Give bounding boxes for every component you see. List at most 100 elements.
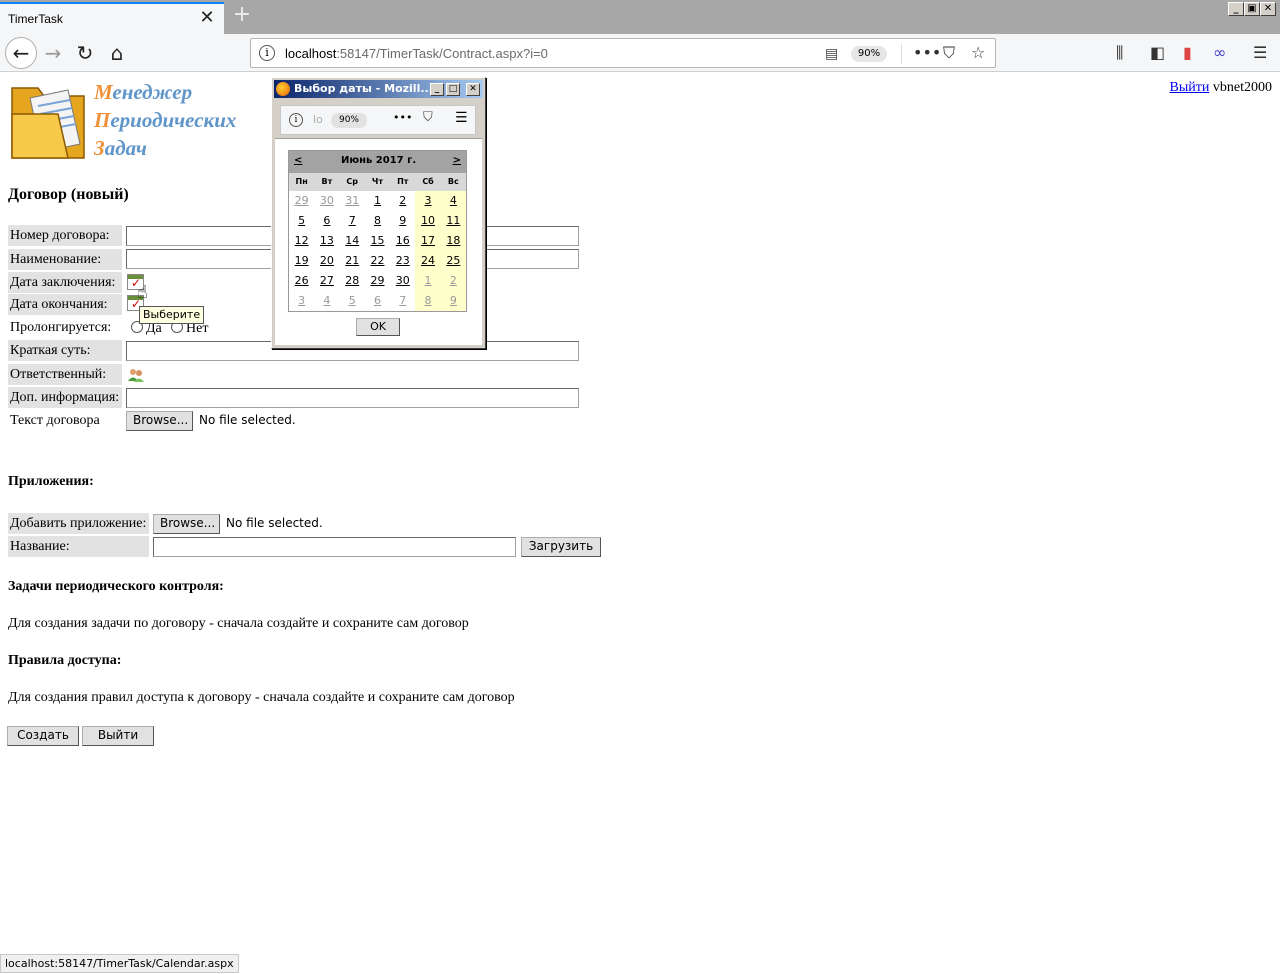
popup-close-icon[interactable]: ✕ bbox=[466, 83, 480, 96]
create-button[interactable]: Создать bbox=[7, 726, 79, 746]
popup-toolbar: i lo 90% ••• ⛉ ☰ bbox=[280, 105, 476, 135]
tab-title: TimerTask bbox=[8, 12, 63, 26]
restore-window-icon[interactable]: ▣ bbox=[1244, 2, 1260, 16]
calendar-day[interactable]: 1 bbox=[365, 191, 390, 211]
sidebar-icon[interactable]: ◧ bbox=[1150, 43, 1165, 62]
popup-page-actions-icon[interactable]: ••• bbox=[393, 111, 412, 124]
calendar-day[interactable]: 16 bbox=[390, 231, 415, 251]
calendar-day[interactable]: 20 bbox=[314, 251, 339, 271]
calendar-day[interactable]: 15 bbox=[365, 231, 390, 251]
calendar-day[interactable]: 5 bbox=[340, 291, 365, 311]
calendar-day[interactable]: 2 bbox=[440, 271, 466, 291]
pocket-icon[interactable]: ⛉ bbox=[943, 43, 955, 63]
page-actions-icon[interactable]: ••• bbox=[913, 43, 941, 62]
library-icon[interactable]: ⫼ bbox=[1116, 43, 1123, 63]
calendar-day[interactable]: 21 bbox=[340, 251, 365, 271]
contract-number-label: Номер договора: bbox=[8, 225, 122, 246]
back-arrow-icon[interactable]: ← bbox=[5, 37, 37, 69]
popup-url-text[interactable]: lo bbox=[313, 113, 323, 126]
calendar-day[interactable]: 19 bbox=[289, 251, 314, 271]
url-bar[interactable]: i localhost:58147/TimerTask/Contract.asp… bbox=[250, 38, 996, 68]
calendar-day[interactable]: 25 bbox=[440, 251, 466, 271]
popup-pocket-icon[interactable]: ⛉ bbox=[423, 110, 433, 125]
calendar-day[interactable]: 29 bbox=[365, 271, 390, 291]
calendar-day[interactable]: 2 bbox=[390, 191, 415, 211]
popup-info-icon[interactable]: i bbox=[289, 113, 303, 127]
attachment-name-input[interactable] bbox=[153, 537, 516, 557]
firefox-icon bbox=[276, 82, 290, 96]
calendar-day[interactable]: 9 bbox=[390, 211, 415, 231]
popup-maximize-icon[interactable]: □ bbox=[446, 83, 460, 96]
calendar-day[interactable]: 3 bbox=[415, 191, 441, 211]
calendar-day[interactable]: 18 bbox=[440, 231, 466, 251]
bookmark-star-icon[interactable]: ☆ bbox=[971, 43, 985, 62]
url-text[interactable]: localhost:58147/TimerTask/Contract.aspx?… bbox=[285, 46, 548, 61]
calendar-day[interactable]: 14 bbox=[340, 231, 365, 251]
extra-info-input[interactable] bbox=[126, 388, 579, 408]
zoom-indicator[interactable]: 90% bbox=[851, 46, 887, 62]
calendar-week-row: 12 13 14 15 16 17 18 bbox=[289, 231, 466, 251]
calendar-day[interactable]: 11 bbox=[440, 211, 466, 231]
navigation-toolbar: ← → ↻ ⌂ i localhost:58147/TimerTask/Cont… bbox=[0, 34, 1280, 72]
calendar-day[interactable]: 7 bbox=[390, 291, 415, 311]
calendar-day[interactable]: 24 bbox=[415, 251, 441, 271]
calendar-day[interactable]: 12 bbox=[289, 231, 314, 251]
menu-icon[interactable]: ☰ bbox=[1253, 43, 1267, 62]
calendar-day[interactable]: 8 bbox=[365, 211, 390, 231]
calendar: < Июнь 2017 г. > Пн Вт Ср Чт Пт Сб Вс 29… bbox=[288, 150, 467, 312]
popup-zoom-indicator[interactable]: 90% bbox=[331, 113, 367, 128]
forward-arrow-icon[interactable]: → bbox=[38, 38, 68, 68]
calendar-day[interactable]: 10 bbox=[415, 211, 441, 231]
calendar-day[interactable]: 4 bbox=[314, 291, 339, 311]
calendar-day[interactable]: 13 bbox=[314, 231, 339, 251]
reader-view-icon[interactable]: ▤ bbox=[825, 46, 838, 62]
weekday-label: Пт bbox=[397, 177, 409, 186]
tooltip: Выберите bbox=[139, 306, 205, 324]
calendar-day[interactable]: 1 bbox=[415, 271, 441, 291]
close-window-icon[interactable]: ✕ bbox=[1260, 2, 1276, 16]
calendar-day[interactable]: 8 bbox=[415, 291, 441, 311]
minimize-window-icon[interactable]: _ bbox=[1228, 2, 1244, 16]
home-icon[interactable]: ⌂ bbox=[102, 38, 132, 68]
calendar-day[interactable]: 3 bbox=[289, 291, 314, 311]
calendar-day[interactable]: 26 bbox=[289, 271, 314, 291]
site-info-icon[interactable]: i bbox=[259, 45, 275, 61]
calendar-day[interactable]: 9 bbox=[440, 291, 466, 311]
close-tab-icon[interactable]: ✕ bbox=[198, 9, 216, 27]
reload-icon[interactable]: ↻ bbox=[70, 38, 100, 68]
attachment-browse-button[interactable]: Browse... bbox=[153, 514, 220, 534]
contract-file-browse-button[interactable]: Browse... bbox=[126, 411, 193, 431]
calendar-day[interactable]: 5 bbox=[289, 211, 314, 231]
calendar-day[interactable]: 30 bbox=[390, 271, 415, 291]
next-month-link[interactable]: > bbox=[453, 155, 461, 166]
extension-icon[interactable]: ▮ bbox=[1183, 43, 1192, 62]
addon-icon[interactable]: ∞ bbox=[1213, 43, 1226, 62]
calendar-day[interactable]: 31 bbox=[340, 191, 365, 211]
popup-menu-icon[interactable]: ☰ bbox=[455, 110, 468, 126]
popup-minimize-icon[interactable]: _ bbox=[430, 83, 444, 96]
calendar-day[interactable]: 6 bbox=[365, 291, 390, 311]
weekday-label: Чт bbox=[371, 177, 384, 186]
calendar-ok-button[interactable]: OK bbox=[356, 318, 400, 336]
calendar-day[interactable]: 23 bbox=[390, 251, 415, 271]
calendar-day[interactable]: 22 bbox=[365, 251, 390, 271]
calendar-day[interactable]: 27 bbox=[314, 271, 339, 291]
select-user-icon[interactable] bbox=[127, 368, 145, 382]
exit-button[interactable]: Выйти bbox=[82, 726, 154, 746]
tasks-note: Для создания задачи по договору - сначал… bbox=[8, 616, 469, 631]
prolong-label: Пролонгируется: bbox=[10, 320, 112, 335]
calendar-day[interactable]: 29 bbox=[289, 191, 314, 211]
calendar-day[interactable]: 6 bbox=[314, 211, 339, 231]
calendar-day[interactable]: 17 bbox=[415, 231, 441, 251]
calendar-day[interactable]: 7 bbox=[340, 211, 365, 231]
prev-month-link[interactable]: < bbox=[294, 155, 302, 166]
new-tab-icon[interactable]: + bbox=[232, 3, 252, 27]
upload-button[interactable]: Загрузить bbox=[521, 537, 601, 557]
calendar-day[interactable]: 28 bbox=[340, 271, 365, 291]
weekday-label: Сб bbox=[422, 177, 434, 186]
logout-link[interactable]: Выйти bbox=[1170, 80, 1210, 95]
calendar-day[interactable]: 30 bbox=[314, 191, 339, 211]
weekday-label: Вс bbox=[447, 177, 459, 186]
tab-timertask[interactable]: TimerTask ✕ bbox=[0, 2, 224, 34]
calendar-day[interactable]: 4 bbox=[440, 191, 466, 211]
